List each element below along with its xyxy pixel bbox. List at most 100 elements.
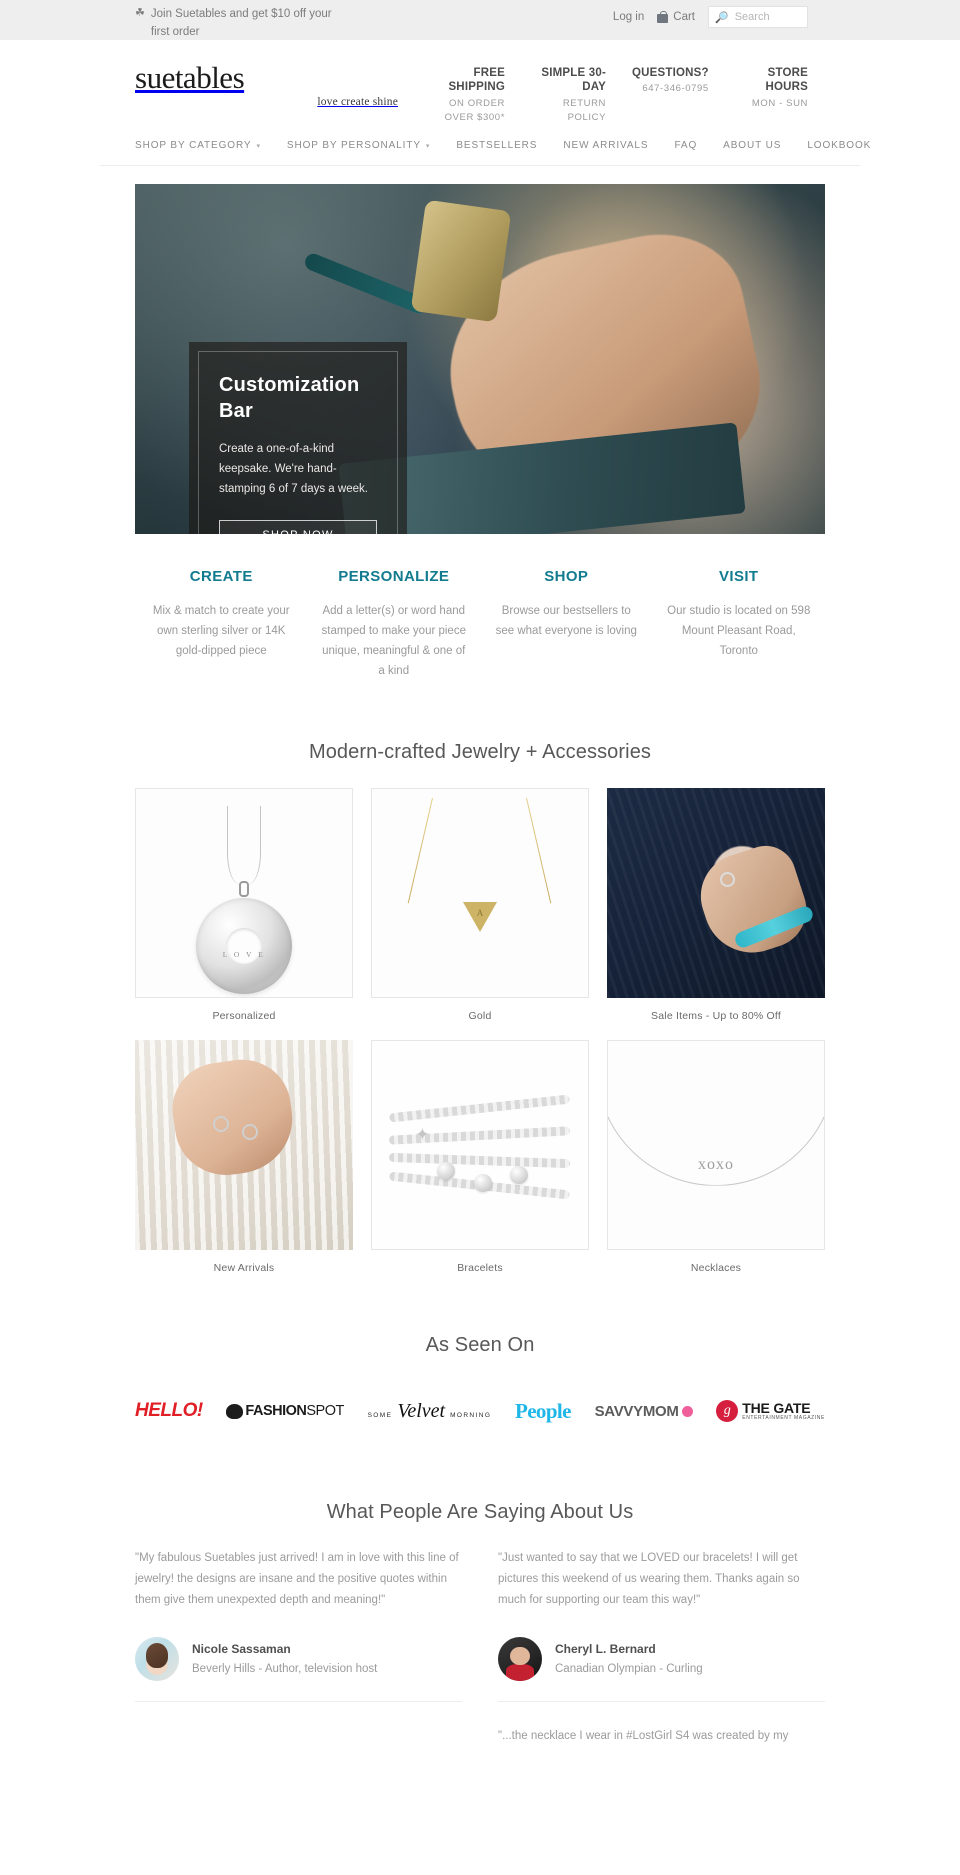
- press-logo-people: People: [514, 1398, 571, 1423]
- hero-image[interactable]: Customization Bar Create a one-of-a-kind…: [135, 184, 825, 535]
- site-logo[interactable]: suetables love create shine: [100, 62, 400, 108]
- nav-label: SHOP BY CATEGORY: [135, 140, 252, 152]
- tile-caption: Gold: [468, 1010, 492, 1023]
- info-title: FREE SHIPPING: [448, 67, 505, 94]
- testimonial-column-right: "Just wanted to say that we LOVED our br…: [498, 1548, 825, 1773]
- header-info-columns: FREE SHIPPING ON ORDER OVER $300* SIMPLE…: [400, 62, 860, 124]
- tile-caption: New Arrivals: [213, 1262, 275, 1275]
- fashionspot-bold: FASHION: [245, 1403, 307, 1420]
- logo-wordmark: suetables: [135, 60, 245, 95]
- prop-title: CREATE: [189, 568, 253, 586]
- gold-pendant-letter: A: [476, 907, 484, 918]
- savvymom-flower-icon: [681, 1405, 693, 1417]
- tile-image-bracelets: ✦: [371, 1040, 589, 1251]
- washer-necklace-illustration: L O V E: [136, 789, 352, 998]
- login-link[interactable]: Log in: [613, 11, 644, 23]
- collection-tile-new-arrivals[interactable]: New Arrivals: [135, 1040, 353, 1274]
- nav-bestsellers[interactable]: BESTSELLERS: [456, 140, 537, 151]
- collection-tile-bracelets[interactable]: ✦ Bracelets: [371, 1040, 589, 1274]
- tile-caption: Bracelets: [457, 1262, 503, 1275]
- velvet-script: Velvet: [397, 1399, 446, 1422]
- info-free-shipping: FREE SHIPPING ON ORDER OVER $300*: [400, 66, 505, 124]
- collection-grid: L O V E Personalized A Gold Sale Items -…: [100, 788, 860, 1274]
- nav-shop-by-category[interactable]: SHOP BY CATEGORY ▾: [135, 140, 261, 151]
- tile-caption: Personalized: [212, 1010, 276, 1023]
- collection-tile-necklaces[interactable]: xoxo Necklaces: [607, 1040, 825, 1274]
- collection-tile-gold[interactable]: A Gold: [371, 788, 589, 1022]
- testimonial-quote: "...the necklace I wear in #LostGirl S4 …: [498, 1730, 789, 1743]
- shopping-bag-icon: [657, 11, 669, 23]
- collection-tile-personalized[interactable]: L O V E Personalized: [135, 788, 353, 1022]
- testimonial-author-name: Cheryl L. Bernard: [555, 1642, 656, 1657]
- nav-faq[interactable]: FAQ: [674, 140, 697, 151]
- prop-title: VISIT: [718, 568, 759, 586]
- testimonial-author: Cheryl L. Bernard Canadian Olympian - Cu…: [498, 1637, 825, 1682]
- info-sub: MON - SUN: [751, 97, 808, 109]
- prop-create: CREATE Mix & match to create your own st…: [135, 568, 308, 681]
- announcement-bar: ☘ Join Suetables and get $10 off your fi…: [0, 0, 960, 40]
- collections-heading: Modern-crafted Jewelry + Accessories: [308, 741, 652, 764]
- prop-text: Add a letter(s) or word hand stamped to …: [321, 605, 466, 677]
- info-title: STORE HOURS: [765, 67, 808, 94]
- testimonial-author-role: Beverly Hills - Author, television host: [192, 1662, 378, 1675]
- testimonials-heading: What People Are Saying About Us: [326, 1501, 634, 1524]
- press-logos: HELLO! FASHIONSPOT SOME Velvet MORNING P…: [100, 1381, 860, 1441]
- testimonial-column-left: "My fabulous Suetables just arrived! I a…: [135, 1548, 462, 1773]
- prop-text: Browse our bestsellers to see what every…: [495, 605, 637, 638]
- as-seen-on-heading: As Seen On: [425, 1334, 535, 1357]
- tile-image-sale: [607, 788, 825, 999]
- search-box[interactable]: 🔍: [708, 6, 808, 28]
- gold-triangle-necklace-illustration: A: [372, 789, 588, 998]
- prop-title: PERSONALIZE: [338, 568, 450, 586]
- info-sub: ON ORDER OVER $300*: [444, 97, 505, 123]
- promo-message[interactable]: ☘ Join Suetables and get $10 off your fi…: [100, 6, 350, 42]
- testimonial-item: "My fabulous Suetables just arrived! I a…: [135, 1548, 462, 1703]
- value-props: CREATE Mix & match to create your own st…: [100, 568, 860, 681]
- info-phone[interactable]: 647-346-0795: [632, 82, 709, 96]
- necklace-word: xoxo: [698, 1155, 734, 1173]
- logo-tagline: love create shine: [317, 96, 398, 108]
- chevron-down-icon: ▾: [425, 142, 431, 150]
- press-logo-hello: HELLO!: [135, 1400, 203, 1422]
- gate-g-mark-icon: g: [716, 1400, 739, 1423]
- testimonial-item: "Just wanted to say that we LOVED our br…: [498, 1548, 825, 1703]
- nav-lookbook[interactable]: LOOKBOOK: [807, 140, 871, 151]
- info-return-policy: SIMPLE 30-DAY RETURN POLICY: [505, 66, 606, 124]
- primary-navigation: SHOP BY CATEGORY ▾ SHOP BY PERSONALITY ▾…: [100, 134, 870, 167]
- tile-image-necklaces: xoxo: [607, 1040, 825, 1251]
- testimonial-item: "...the necklace I wear in #LostGirl S4 …: [498, 1726, 825, 1747]
- nav-label: ABOUT US: [723, 140, 782, 152]
- press-logo-savvymom: SAVVYMOM: [595, 1403, 693, 1420]
- prop-personalize: PERSONALIZE Add a letter(s) or word hand…: [308, 568, 481, 681]
- testimonial-quote: "My fabulous Suetables just arrived! I a…: [135, 1552, 459, 1607]
- washer-stamp-text: L O V E: [222, 949, 266, 959]
- prop-text: Mix & match to create your own sterling …: [152, 605, 290, 657]
- prop-text: Our studio is located on 598 Mount Pleas…: [667, 605, 811, 657]
- divider: [135, 1701, 462, 1703]
- gate-line-1: THE GATE: [742, 1400, 811, 1417]
- nav-label: SHOP BY PERSONALITY: [286, 140, 421, 152]
- info-title: QUESTIONS?: [632, 67, 709, 79]
- testimonial-quote: "Just wanted to say that we LOVED our br…: [498, 1552, 800, 1607]
- chevron-down-icon: ▾: [256, 142, 261, 150]
- nav-about-us[interactable]: ABOUT US: [723, 140, 781, 151]
- info-sub: RETURN POLICY: [562, 97, 607, 123]
- new-arrivals-rings-photo-illustration: [135, 1040, 353, 1251]
- avatar: [498, 1637, 542, 1682]
- prop-shop: SHOP Browse our bestsellers to see what …: [480, 568, 653, 681]
- cart-link[interactable]: Cart: [657, 11, 695, 23]
- search-input[interactable]: [732, 10, 801, 24]
- site-header: suetables love create shine FREE SHIPPIN…: [100, 40, 860, 134]
- collection-tile-sale[interactable]: Sale Items - Up to 80% Off: [607, 788, 825, 1022]
- testimonial-author-role: Canadian Olympian - Curling: [555, 1662, 703, 1675]
- press-logo-velvet: SOME Velvet MORNING: [368, 1400, 492, 1423]
- promo-text: Join Suetables and get $10 off your firs…: [150, 8, 332, 38]
- velvet-morning: MORNING: [450, 1411, 492, 1419]
- nav-new-arrivals[interactable]: NEW ARRIVALS: [563, 140, 648, 151]
- info-questions: QUESTIONS? 647-346-0795: [606, 66, 709, 124]
- prop-title: SHOP: [544, 568, 589, 586]
- hero-shop-now-button[interactable]: SHOP NOW: [219, 519, 377, 535]
- press-logo-fashionspot: FASHIONSPOT: [226, 1403, 344, 1420]
- nav-label: NEW ARRIVALS: [563, 140, 649, 152]
- nav-shop-by-personality[interactable]: SHOP BY PERSONALITY ▾: [287, 140, 430, 151]
